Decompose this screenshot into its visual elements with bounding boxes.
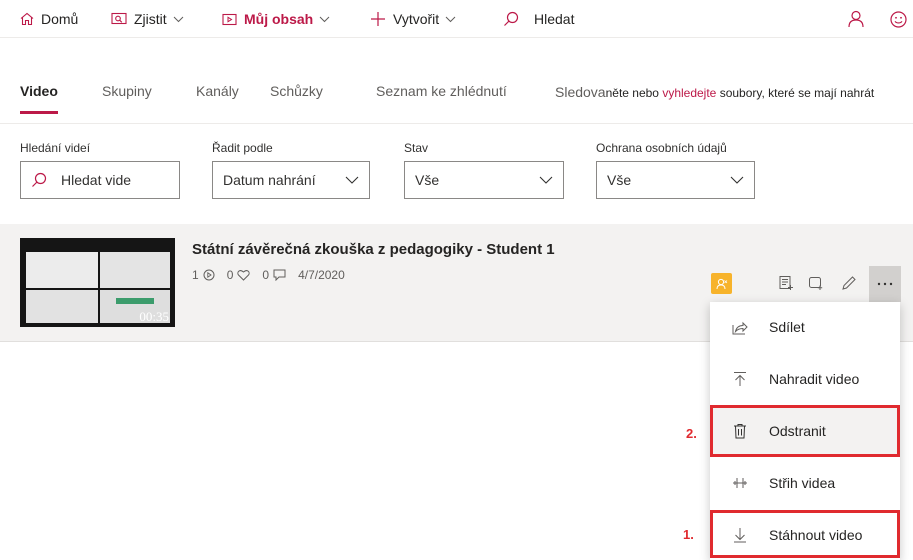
home-icon <box>20 12 34 26</box>
video-title[interactable]: Státní závěrečná zkouška z pedagogiky - … <box>192 241 555 258</box>
more-options-button[interactable] <box>869 266 901 302</box>
heart-icon <box>237 270 250 281</box>
nav-discover-label: Zjistit <box>134 11 167 27</box>
video-thumbnail[interactable]: 00:35 <box>20 238 175 327</box>
person-icon <box>848 10 864 28</box>
step-label-1: 1. <box>683 527 694 542</box>
person-icon <box>716 278 727 289</box>
my-content-icon <box>222 13 237 25</box>
privacy-dropdown[interactable]: Vše <box>596 161 755 199</box>
feedback-button[interactable] <box>890 0 907 38</box>
chevron-down-icon <box>173 16 184 22</box>
owner-badge <box>711 273 732 294</box>
more-icon <box>877 282 893 286</box>
likes-count: 0 <box>227 268 251 282</box>
search-videos-label: Hledání videí <box>20 141 91 155</box>
views-count: 1 <box>192 268 215 282</box>
search-icon <box>504 11 519 26</box>
trim-icon <box>729 476 751 490</box>
chevron-down-icon <box>445 16 456 22</box>
thumbnail-pane <box>26 290 98 323</box>
thumbnail-highlight <box>116 298 154 304</box>
nav-home[interactable]: Domů <box>20 0 78 38</box>
tab-watchlist[interactable]: Seznam ke zhlédnutí <box>376 83 507 99</box>
nav-search[interactable]: Hledat <box>503 0 574 38</box>
nav-my-content[interactable]: Můj obsah <box>222 0 330 38</box>
nav-create[interactable]: Vytvořit <box>370 0 456 38</box>
tab-groups[interactable]: Skupiny <box>102 83 152 99</box>
chevron-down-icon <box>730 176 744 184</box>
chevron-down-icon <box>345 176 359 184</box>
nav-search-label: Hledat <box>534 11 575 27</box>
list-add-icon <box>779 276 793 290</box>
add-to-watchlist-button[interactable] <box>775 272 797 294</box>
add-to-group-button[interactable] <box>805 272 827 294</box>
menu-item-download-video[interactable]: Stáhnout video <box>710 512 900 558</box>
chevron-down-icon <box>539 176 553 184</box>
pencil-icon <box>842 276 856 290</box>
play-circle-icon <box>203 269 215 281</box>
tab-meetings[interactable]: Schůzky <box>270 83 323 99</box>
tab-video[interactable]: Video <box>20 83 58 99</box>
nav-my-content-label: Můj obsah <box>244 11 314 27</box>
upload-hint-prefix: něte nebo <box>605 86 663 100</box>
menu-item-share[interactable]: Sdílet <box>710 304 900 350</box>
discover-icon <box>111 12 127 25</box>
add-to-group-icon <box>809 277 823 290</box>
thumbnail-pane <box>26 252 98 288</box>
search-icon <box>32 172 47 187</box>
search-videos-input[interactable]: Hledat vide <box>20 161 180 199</box>
sort-by-dropdown[interactable]: Datum nahrání <box>212 161 370 199</box>
comment-icon <box>273 269 286 281</box>
video-stats: 1 0 0 4/7/2020 <box>192 268 357 282</box>
upload-date: 4/7/2020 <box>298 268 345 282</box>
privacy-label: Ochrana osobních údajů <box>596 141 727 155</box>
plus-icon <box>371 12 385 26</box>
tab-channels[interactable]: Kanály <box>196 83 239 99</box>
trash-icon <box>729 423 751 439</box>
thumbnail-pane <box>100 252 170 288</box>
top-navigation: Domů Zjistit Můj obsah Vytvořit Hledat <box>0 0 913 38</box>
status-dropdown[interactable]: Vše <box>404 161 564 199</box>
nav-home-label: Domů <box>41 11 79 27</box>
upload-icon <box>729 371 751 387</box>
tab-followed[interactable]: Sledova <box>555 84 606 100</box>
search-videos-placeholder: Hledat vide <box>61 172 132 188</box>
sort-by-value: Datum nahrání <box>223 172 316 188</box>
smiley-icon <box>890 10 907 28</box>
video-duration: 00:35 <box>139 309 169 324</box>
share-icon <box>729 320 751 335</box>
sort-by-label: Řadit podle <box>212 141 273 155</box>
active-tab-indicator <box>20 111 58 114</box>
upload-hint-link[interactable]: vyhledejte <box>662 86 716 100</box>
menu-item-delete[interactable]: Odstranit <box>710 408 900 454</box>
nav-create-label: Vytvořit <box>393 11 440 27</box>
menu-item-trim-video[interactable]: Střih videa <box>710 460 900 506</box>
account-button[interactable] <box>848 0 864 38</box>
upload-hint-suffix: soubory, které se mají nahrát <box>716 86 875 100</box>
chevron-down-icon <box>319 16 330 22</box>
status-value: Vše <box>415 172 440 188</box>
edit-button[interactable] <box>838 272 860 294</box>
menu-item-replace-video[interactable]: Nahradit video <box>710 356 900 402</box>
nav-discover[interactable]: Zjistit <box>111 0 184 38</box>
comments-count: 0 <box>262 268 286 282</box>
upload-hint: Sledovaněte nebo vyhledejte soubory, kte… <box>555 84 874 100</box>
privacy-value: Vše <box>607 172 632 188</box>
download-icon <box>729 527 751 543</box>
status-label: Stav <box>404 141 429 155</box>
divider <box>0 123 913 124</box>
more-options-menu: Sdílet Nahradit video Odstranit Střih vi… <box>710 302 900 560</box>
step-label-2: 2. <box>686 426 697 441</box>
